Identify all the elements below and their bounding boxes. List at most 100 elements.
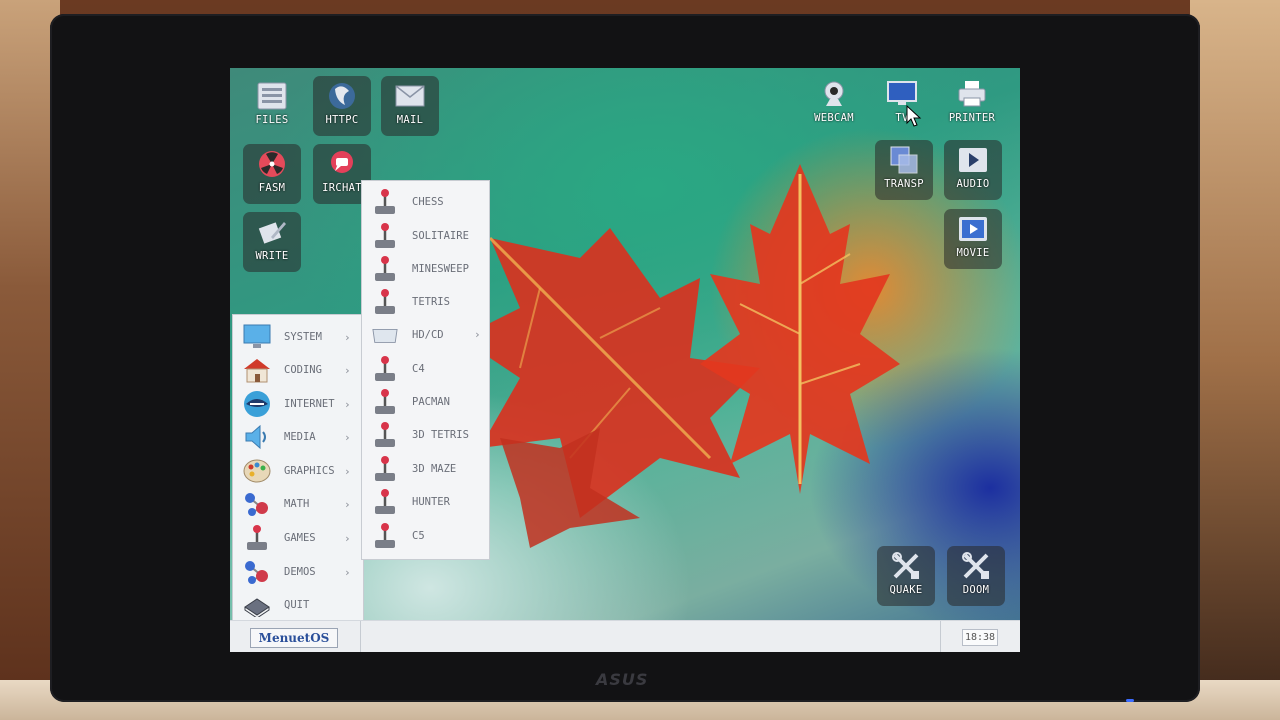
desktop-icon-printer[interactable]: PRINTER — [943, 74, 1001, 134]
desktop-icon-doom[interactable]: DOOM — [947, 546, 1005, 606]
desktop-icon-tv[interactable]: TV — [873, 74, 931, 134]
joystick-icon — [372, 420, 398, 450]
desktop-icon-label: HTTPC — [325, 114, 359, 126]
submenu-item-hunter[interactable]: HUNTER — [362, 485, 489, 518]
start-button[interactable]: MenuetOS — [250, 628, 338, 648]
desktop-icon-movie[interactable]: MOVIE — [944, 209, 1002, 269]
submenu-item-label: HD/CD — [412, 328, 444, 341]
submenu-item-label: 3D MAZE — [412, 462, 457, 475]
start-menu-item-math[interactable]: MATH › — [233, 488, 363, 520]
desktop-icon-webcam[interactable]: WEBCAM — [805, 74, 863, 134]
submenu-item-pacman[interactable]: PACMAN — [362, 385, 489, 418]
joystick-icon — [372, 521, 398, 551]
submenu-arrow-icon: › — [344, 397, 351, 411]
desktop-icon-quake[interactable]: QUAKE — [877, 546, 935, 606]
speaker-icon — [241, 423, 273, 451]
desktop-icon-mail[interactable]: MAIL — [381, 76, 439, 136]
start-menu-item-coding[interactable]: CODING › — [233, 354, 363, 386]
submenu-item-label: C5 — [412, 529, 425, 542]
menu-item-label: GRAPHICS — [284, 465, 335, 477]
desktop-icon-label: MAIL — [396, 114, 424, 126]
chip-icon — [241, 591, 273, 619]
joystick-icon — [372, 221, 398, 251]
start-menu-item-system[interactable]: SYSTEM › — [233, 321, 363, 353]
taskbar: MenuetOS 18:38 — [230, 620, 1020, 652]
desktop-icon-httpc[interactable]: HTTPC — [313, 76, 371, 136]
molecule-icon — [241, 490, 273, 518]
wallpaper-leaf-small — [500, 428, 640, 548]
games-submenu: CHESS SOLITAIRE MINESWEEP TETRIS HD/CD ›… — [361, 180, 490, 560]
menu-item-label: QUIT — [284, 599, 310, 611]
menu-item-label: SYSTEM — [284, 331, 322, 343]
printer-icon — [956, 79, 988, 109]
httpc-icon — [326, 81, 358, 111]
start-menu-item-media[interactable]: MEDIA › — [233, 421, 363, 453]
quake-icon — [890, 551, 922, 581]
desktop-icon-label: IRCHAT — [322, 182, 362, 194]
audio-icon — [957, 145, 989, 175]
start-menu-item-demos[interactable]: DEMOS › — [233, 556, 363, 588]
submenu-item-label: 3D TETRIS — [412, 428, 469, 441]
joystick-icon — [241, 524, 273, 552]
submenu-item-chess[interactable]: CHESS — [362, 185, 489, 218]
desktop-icon-fasm[interactable]: FASM — [243, 144, 301, 204]
submenu-item-c4[interactable]: C4 — [362, 352, 489, 385]
submenu-item-c5[interactable]: C5 — [362, 519, 489, 552]
desktop-icon-label: DOOM — [962, 584, 990, 596]
desktop-icon-label: WRITE — [255, 250, 289, 262]
start-menu-item-games[interactable]: GAMES › — [233, 522, 363, 554]
desktop-screen[interactable]: FILES HTTPC MAIL FASM IRCHAT WRITE WEBCA… — [230, 68, 1020, 652]
mouse-cursor — [906, 105, 922, 127]
desktop-icon-audio[interactable]: AUDIO — [944, 140, 1002, 200]
start-menu-item-graphics[interactable]: GRAPHICS › — [233, 455, 363, 487]
joystick-icon — [372, 387, 398, 417]
joystick-icon — [372, 187, 398, 217]
desktop-icon-label: FASM — [258, 182, 286, 194]
submenu-item-hdcd[interactable]: HD/CD › — [362, 318, 489, 351]
start-menu-item-internet[interactable]: INTERNET › — [233, 388, 363, 420]
doom-icon — [960, 551, 992, 581]
joystick-icon — [372, 354, 398, 384]
submenu-item-minesweep[interactable]: MINESWEEP — [362, 252, 489, 285]
menu-item-label: MATH — [284, 498, 310, 510]
submenu-item-tetris[interactable]: TETRIS — [362, 285, 489, 318]
start-menu: SYSTEM › CODING › INTERNET › MEDIA › GRA… — [232, 314, 364, 622]
wallpaper-leaf-right — [700, 164, 900, 494]
monitor-icon — [241, 323, 273, 351]
submenu-arrow-icon: › — [474, 328, 481, 341]
submenu-item-3d-maze[interactable]: 3D MAZE — [362, 452, 489, 485]
submenu-item-label: CHESS — [412, 195, 444, 208]
joystick-icon — [372, 487, 398, 517]
taskbar-clock[interactable]: 18:38 — [962, 629, 998, 646]
submenu-item-solitaire[interactable]: SOLITAIRE — [362, 219, 489, 252]
taskbar-divider — [360, 621, 361, 652]
start-menu-item-quit[interactable]: QUIT — [233, 589, 363, 621]
desktop-icon-label: QUAKE — [889, 584, 923, 596]
joystick-icon — [372, 454, 398, 484]
files-icon — [256, 81, 288, 111]
desktop-icon-files[interactable]: FILES — [243, 76, 301, 136]
desktop-icon-transp[interactable]: TRANSP — [875, 140, 933, 200]
molecule-icon — [241, 558, 273, 586]
submenu-item-3d-tetris[interactable]: 3D TETRIS — [362, 418, 489, 451]
power-led — [1126, 699, 1134, 702]
desktop-icon-label: FILES — [255, 114, 289, 126]
submenu-arrow-icon: › — [344, 531, 351, 545]
mail-icon — [394, 81, 426, 111]
drive-icon — [372, 320, 398, 350]
taskbar-divider — [940, 621, 941, 652]
submenu-item-label: C4 — [412, 362, 425, 375]
menu-item-label: GAMES — [284, 532, 316, 544]
webcam-icon — [818, 79, 850, 109]
joystick-icon — [372, 254, 398, 284]
submenu-item-label: PACMAN — [412, 395, 450, 408]
fasm-icon — [256, 149, 288, 179]
menu-item-label: DEMOS — [284, 566, 316, 578]
desktop-icon-write[interactable]: WRITE — [243, 212, 301, 272]
menu-item-label: CODING — [284, 364, 322, 376]
palette-icon — [241, 457, 273, 485]
submenu-arrow-icon: › — [344, 363, 351, 377]
submenu-arrow-icon: › — [344, 565, 351, 579]
house-icon — [241, 356, 273, 384]
desktop-icon-label: MOVIE — [956, 247, 990, 259]
